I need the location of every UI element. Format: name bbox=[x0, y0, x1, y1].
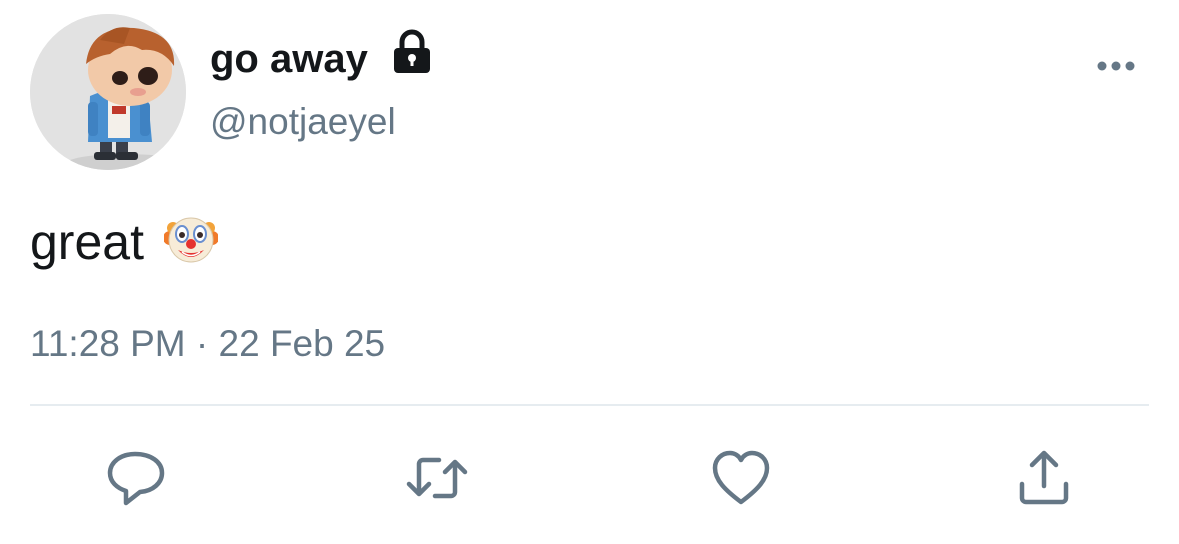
display-name[interactable]: go away bbox=[210, 36, 368, 82]
divider bbox=[30, 404, 1149, 406]
like-button[interactable] bbox=[709, 446, 773, 510]
lock-icon bbox=[390, 29, 434, 75]
reply-icon bbox=[107, 451, 165, 506]
more-options-icon bbox=[1097, 61, 1135, 71]
user-handle[interactable]: @notjaeyel bbox=[210, 100, 396, 144]
heart-icon bbox=[712, 450, 770, 505]
retweet-icon bbox=[406, 457, 468, 499]
reply-button[interactable] bbox=[104, 446, 168, 510]
tweet-timestamp[interactable]: 11:28 PM · 22 Feb 25 bbox=[30, 322, 385, 366]
retweet-button[interactable] bbox=[405, 446, 469, 510]
tweet-text: great bbox=[30, 214, 144, 270]
avatar-figure-image bbox=[30, 14, 186, 170]
clown-face-icon bbox=[163, 212, 219, 266]
share-icon bbox=[1019, 450, 1069, 505]
share-button[interactable] bbox=[1012, 446, 1076, 510]
more-options-button[interactable] bbox=[1094, 54, 1138, 78]
avatar[interactable] bbox=[30, 14, 186, 170]
